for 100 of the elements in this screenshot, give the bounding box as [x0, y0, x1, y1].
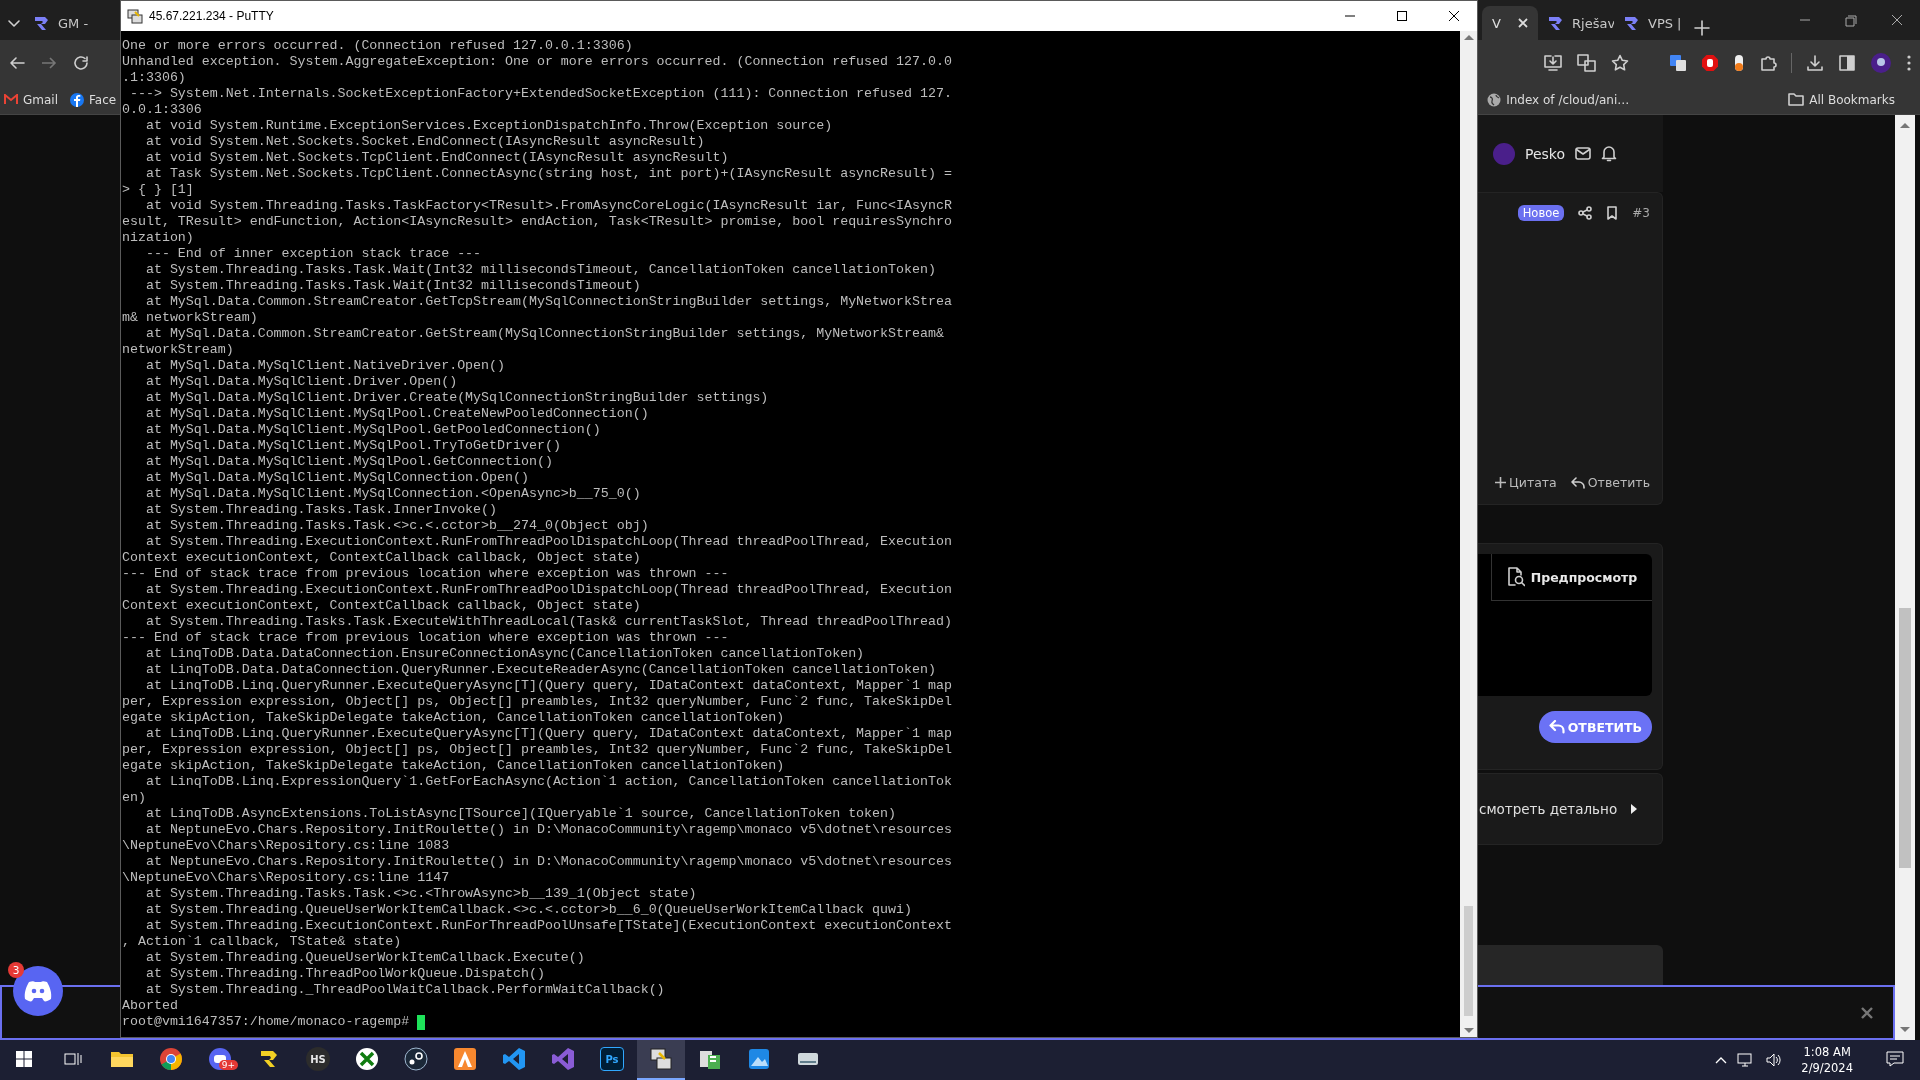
terminal-line: \NeptuneEvo\Chars\Repository.cs:line 1083 — [122, 838, 450, 854]
ide-icon[interactable] — [551, 1047, 575, 1071]
folder-icon[interactable] — [110, 1049, 134, 1069]
terminal-line: at System.Threading.ExecutionContext.RunFromThreadPoolDispatchLoop(Thread threadPoolThread, Execution — [144, 534, 952, 550]
browser-tab[interactable]: GM - — [24, 6, 120, 40]
clock[interactable]: 1:08 AM 2/9/2024 — [1793, 1044, 1861, 1076]
close-icon[interactable] — [1446, 8, 1462, 24]
volume-icon[interactable] — [1765, 1052, 1784, 1068]
caret-icon[interactable] — [1631, 804, 1638, 814]
terminal-line: at LinqToDB.Linq.QueryRunner.ExecuteQueryAsync[T](Query query, IDataContext dataContext, Mapper`1 map — [144, 678, 952, 694]
terminal-prompt[interactable]: root@vmi1647357:/home/monaco-ragemp# — [122, 1014, 418, 1030]
scrollbar[interactable] — [1895, 115, 1915, 1040]
pill-icon[interactable] — [1733, 53, 1745, 72]
reload-icon[interactable] — [72, 53, 90, 72]
terminal-line: Context executionContext, ContextCallback callback, Object state) — [122, 550, 641, 566]
bookmark-icon[interactable] — [1606, 206, 1619, 220]
profile-avatar-icon[interactable] — [1870, 51, 1892, 74]
menu-icon[interactable] — [1906, 53, 1912, 72]
bookmark[interactable]: Gmail — [4, 92, 58, 107]
side-panel-icon[interactable] — [1838, 53, 1856, 72]
terminal-line: \NeptuneEvo\Chars\Repository.cs:line 1147 — [122, 870, 450, 886]
terminal-line: at MySql.Data.Common.StreamCreator.GetTcpStream(MySqlConnectionStringBuilder settings, MyNetworkStrea — [144, 294, 952, 310]
browser-tab[interactable]: VPS | — [1614, 6, 1690, 40]
reply-button[interactable]: Ответить — [1570, 475, 1650, 490]
terminal-app-icon[interactable] — [649, 1047, 673, 1071]
terminal-line: at void System.Threading.Tasks.TaskFactory<TResult>.FromAsyncCoreLogic(IAsyncResult iar, Func<IAsyncR — [144, 198, 952, 214]
terminal-line: at System.Threading.Tasks.Task.<>c.<ThrowAsync>b__139_1(Object state) — [144, 886, 697, 902]
terminal-line: nization) — [122, 230, 194, 246]
browser-icon[interactable] — [159, 1047, 183, 1071]
extensions-icon[interactable] — [1759, 53, 1777, 72]
preview-button[interactable]: Предпросмотр — [1491, 554, 1652, 601]
tab-title: VPS | — [1648, 15, 1682, 31]
terminal-line: at void System.Net.Sockets.Socket.EndConnect(IAsyncResult asyncResult) — [144, 134, 705, 150]
star-icon[interactable] — [1611, 53, 1629, 72]
triangle-app-icon[interactable] — [453, 1047, 477, 1071]
terminal-line: at MySql.Data.MySqlClient.NativeDriver.Open() — [144, 358, 505, 374]
stop-hand-icon[interactable] — [1701, 53, 1719, 72]
username[interactable]: Pesko — [1525, 145, 1566, 162]
folder-icon — [1788, 93, 1805, 106]
mail-icon — [4, 94, 18, 105]
code-editor-icon[interactable] — [502, 1047, 526, 1071]
scrollbar[interactable] — [1460, 31, 1477, 1037]
bookmark[interactable]: Face — [70, 92, 117, 107]
reply-icon — [1548, 720, 1565, 734]
terminal-line: 0.0.1:3306 — [122, 102, 202, 118]
terminal-line: esult, TResult> endFunction, Action<IAsyncResult> endAction, Task<TResult> promise, bool requiresSynchro — [122, 214, 952, 230]
terminal-line: at LinqToDB.Linq.ExpressionQuery`1.GetForEachAsync(Action`1 action, CancellationToken cancellationTok — [144, 774, 952, 790]
mail-icon[interactable] — [1575, 147, 1592, 160]
terminal-line: Context executionContext, ContextCallback callback, Object state) — [122, 598, 641, 614]
terminal-line: at System.Threading.ExecutionContext.RunForThreadPoolUnsafe[TState](ExecutionContext executionContext — [144, 918, 952, 934]
terminal-line: One or more errors occurred. (Connection refused 127.0.0.1:3306) — [122, 38, 633, 54]
quote-button[interactable]: Цитата — [1495, 475, 1557, 490]
terminal-line: at System.Threading.Tasks.Task.Wait(Int32 millisecondsTimeout) — [144, 278, 641, 294]
install-icon[interactable] — [1543, 53, 1563, 72]
maximize-icon[interactable] — [1394, 8, 1410, 24]
globe-icon — [1487, 92, 1502, 107]
cursor — [417, 1014, 426, 1030]
terminal-line: at System.Threading.QueueUserWorkItemCallback.<>c.<.cctor>b__6_0(QueueUserWorkItemCallback quwi) — [144, 902, 912, 918]
notifications-icon[interactable] — [1886, 1051, 1904, 1067]
window-title: 45.67.221.234 - PuTTY — [149, 9, 275, 23]
terminal-line: at System.Threading.ExecutionContext.RunFromThreadPoolDispatchLoop(Thread threadPoolThread, Execution — [144, 582, 952, 598]
start-icon[interactable] — [16, 1051, 32, 1067]
photo-app-icon[interactable] — [747, 1047, 771, 1071]
browser-tab[interactable]: Rješav — [1538, 6, 1614, 40]
reply-submit-button[interactable]: ОТВЕТИТЬ — [1538, 711, 1652, 743]
terminal-line: en) — [122, 790, 146, 806]
post-number[interactable]: #3 — [1632, 206, 1650, 220]
terminal-line: at System.Threading.QueueUserWorkItemCallback.Execute() — [144, 950, 585, 966]
gamepad-icon — [23, 980, 53, 1002]
terminal-line: ---> System.Net.Internals.SocketExceptionFactory+ExtendedSocketException (111): Connection refused 127. — [128, 86, 952, 102]
terminal-line: --- End of stack trace from previous location where exception was thrown --- — [122, 630, 729, 646]
terminal-line: at MySql.Data.MySqlClient.Driver.Open() — [144, 374, 458, 390]
terminal-line: egate skipAction, TakeSkipDelegate takeAction, CancellationToken cancellationToken) — [122, 758, 785, 774]
chevron-up-icon[interactable] — [1715, 1056, 1728, 1064]
terminal-line: networkStream) — [122, 342, 234, 358]
all-bookmarks-button[interactable]: All Bookmarks — [1788, 92, 1895, 107]
terminal-line: --- End of inner exception stack trace --- — [144, 246, 482, 262]
editor-field[interactable]: Предпросмотр — [1477, 554, 1652, 696]
terminal-line: per, Expression expression, Object[] ps, Object[] preambles, Int32 queryNumber, Func`2 func, TakeSkipDel — [122, 742, 952, 758]
share-icon[interactable] — [1578, 206, 1593, 220]
terminal-line: at LinqToDB.Linq.QueryRunner.ExecuteQueryAsync[T](Query query, IDataContext dataContext, Mapper`1 map — [144, 726, 952, 742]
bell-icon[interactable] — [1601, 145, 1618, 162]
app-icon[interactable]: HS — [306, 1047, 330, 1071]
browser-tab[interactable]: V — [1482, 6, 1538, 40]
terminal-line: at System.Threading._ThreadPoolWaitCallback.PerformWaitCallback() — [144, 982, 665, 998]
download-icon[interactable] — [1806, 53, 1824, 72]
terminal-line: at NeptuneEvo.Chars.Repository.InitRoulette() in D:\MonacoCommunity\ragemp\monaco v5\dotnet\resources — [144, 854, 952, 870]
terminal-line: > { } [1] — [122, 182, 194, 198]
terminal-app-icon — [127, 8, 143, 24]
details-link[interactable]: смотреть детально — [1479, 801, 1618, 817]
bookmark[interactable]: Index of /cloud/ani… — [1487, 92, 1630, 107]
restore-icon[interactable] — [1842, 12, 1860, 28]
terminal-line: Aborted — [122, 998, 178, 1014]
app-icon[interactable]: Ps — [600, 1047, 624, 1071]
translate-icon[interactable] — [1577, 53, 1597, 72]
clock-time: 1:08 AM — [1803, 1044, 1851, 1060]
translate-extension-icon[interactable] — [1669, 53, 1687, 72]
task-view-icon[interactable] — [64, 1051, 82, 1067]
logo-icon — [1624, 15, 1640, 31]
game-icon[interactable] — [355, 1047, 379, 1071]
